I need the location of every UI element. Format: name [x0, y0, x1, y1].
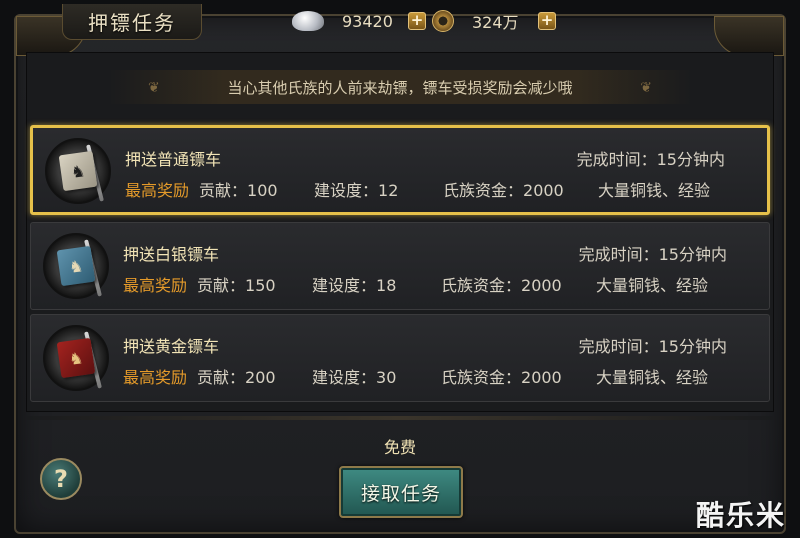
- flag-emblem-gold: ♞: [43, 325, 109, 391]
- reward-construction: 建设度：30: [312, 368, 397, 387]
- reward-extra: 大量铜钱、经验: [596, 368, 709, 387]
- banner-ornament-right-icon: ❦: [640, 80, 652, 96]
- reward-extra: 大量铜钱、经验: [596, 276, 709, 295]
- reward-contribution: 贡献：100: [199, 181, 278, 200]
- flag-emblem-normal: ♞: [45, 138, 111, 204]
- accept-task-button[interactable]: 接取任务: [339, 466, 463, 518]
- horse-flag-icon: ♞: [56, 337, 96, 379]
- banner-ornament-left-icon: ❦: [148, 80, 160, 96]
- window-title: 押镖任务: [88, 11, 176, 35]
- add-silver-button[interactable]: +: [408, 12, 426, 30]
- reward-construction: 建设度：18: [312, 276, 397, 295]
- completion-time: 完成时间：15分钟内: [578, 337, 727, 356]
- cost-label: 免费: [383, 438, 416, 457]
- flag-emblem-silver: ♞: [43, 233, 109, 299]
- reward-contribution: 贡献：200: [197, 368, 276, 387]
- help-icon[interactable]: ?: [40, 458, 82, 500]
- reward-contribution: 贡献：150: [197, 276, 276, 295]
- horse-flag-icon: ♞: [58, 150, 98, 192]
- reward-construction: 建设度：12: [314, 181, 399, 200]
- silver-ingot-icon: [292, 11, 324, 31]
- reward-list: 最高奖励 贡献：100 建设度：12 氏族资金：2000 大量铜钱、经验: [125, 177, 710, 201]
- task-row-silver[interactable]: ♞ 押送白银镖车 完成时间：15分钟内 最高奖励 贡献：150 建设度：18 氏…: [30, 222, 770, 310]
- window-title-tab: 押镖任务: [62, 4, 202, 40]
- reward-clan-funds: 氏族资金：2000: [441, 276, 562, 295]
- silver-amount: 93420: [342, 11, 393, 31]
- task-title: 押送普通镖车: [125, 150, 222, 169]
- reward-list: 最高奖励 贡献：200 建设度：30 氏族资金：2000 大量铜钱、经验: [123, 364, 708, 388]
- completion-time: 完成时间：15分钟内: [578, 245, 727, 264]
- accept-task-label: 接取任务: [360, 482, 441, 505]
- task-row-normal[interactable]: ♞ 押送普通镖车 完成时间：15分钟内 最高奖励 贡献：100 建设度：12 氏…: [30, 125, 770, 215]
- reward-clan-funds: 氏族资金：2000: [443, 181, 564, 200]
- reward-list: 最高奖励 贡献：150 建设度：18 氏族资金：2000 大量铜钱、经验: [123, 272, 708, 296]
- completion-time: 完成时间：15分钟内: [576, 150, 725, 169]
- warning-text: 当心其他氏族的人前来劫镖，镖车受损奖励会减少哦: [227, 78, 573, 97]
- reward-clan-funds: 氏族资金：2000: [441, 368, 562, 387]
- currency-bar: 93420 + 324万 +: [292, 4, 612, 38]
- max-reward-label: 最高奖励: [125, 181, 190, 200]
- task-row-gold[interactable]: ♞ 押送黄金镖车 完成时间：15分钟内 最高奖励 贡献：200 建设度：30 氏…: [30, 314, 770, 402]
- divider: [26, 416, 774, 420]
- task-title: 押送黄金镖车: [123, 337, 220, 356]
- horse-flag-icon: ♞: [56, 245, 96, 287]
- copper-amount: 324万: [472, 13, 519, 32]
- max-reward-label: 最高奖励: [123, 276, 188, 295]
- watermark-text: 酷乐米: [695, 499, 786, 532]
- reward-extra: 大量铜钱、经验: [598, 181, 711, 200]
- frame-ornament-right: [714, 16, 784, 56]
- task-title: 押送白银镖车: [123, 245, 220, 264]
- add-copper-button[interactable]: +: [538, 12, 556, 30]
- copper-coin-icon: [432, 10, 454, 32]
- warning-banner: ❦ 当心其他氏族的人前来劫镖，镖车受损奖励会减少哦 ❦: [108, 70, 692, 104]
- max-reward-label: 最高奖励: [123, 368, 188, 387]
